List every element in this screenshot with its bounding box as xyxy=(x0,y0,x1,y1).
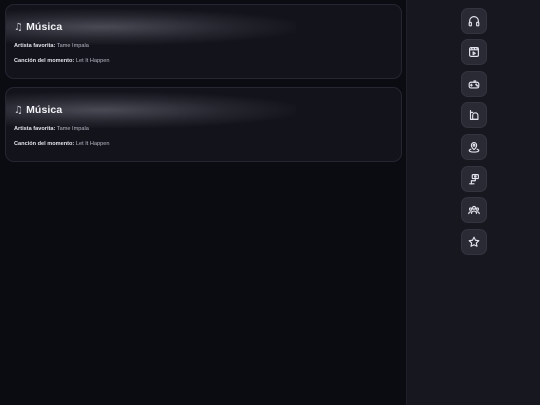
current-song-row: Canción del momento: Let It Happen xyxy=(14,141,109,147)
card-title: ♫ Música xyxy=(14,104,62,116)
group-button[interactable] xyxy=(461,197,487,223)
headphones-icon xyxy=(468,16,480,27)
map-pin-icon xyxy=(468,142,480,153)
favorite-artist-row: Artista favorita: Tame Impala xyxy=(14,126,89,132)
current-song-value: Let It Happen xyxy=(75,58,110,64)
group-icon xyxy=(468,205,480,215)
star-button[interactable] xyxy=(461,229,487,255)
card-title-text: Música xyxy=(26,104,63,116)
music-card: ♫ Música Artista favorita: Tame Impala C… xyxy=(5,87,402,162)
favorite-artist-value: Tame Impala xyxy=(56,126,89,132)
film-icon xyxy=(469,47,479,57)
favorite-artist-label: Artista favorita: xyxy=(14,126,56,132)
favorite-artist-value: Tame Impala xyxy=(56,43,89,49)
favorite-artist-label: Artista favorita: xyxy=(14,43,56,49)
card-title-text: Música xyxy=(26,21,63,33)
music-note-icon: ♫ xyxy=(14,104,24,116)
food-icon xyxy=(469,110,479,120)
map-pin-button[interactable] xyxy=(461,134,487,160)
headphones-button[interactable] xyxy=(461,8,487,34)
film-button[interactable] xyxy=(461,39,487,65)
current-song-label: Canción del momento: xyxy=(14,58,75,64)
camera-icon xyxy=(469,174,479,185)
current-song-label: Canción del momento: xyxy=(14,141,75,147)
food-button[interactable] xyxy=(461,102,487,128)
current-song-row: Canción del momento: Let It Happen xyxy=(14,58,109,64)
music-card: ♫ Música Artista favorita: Tame Impala C… xyxy=(5,4,402,79)
star-icon xyxy=(468,236,480,247)
gamepad-icon xyxy=(468,80,480,89)
main-content: ♫ Música Artista favorita: Tame Impala C… xyxy=(0,0,406,405)
current-song-value: Let It Happen xyxy=(75,141,110,147)
gamepad-button[interactable] xyxy=(461,71,487,97)
card-title: ♫ Música xyxy=(14,21,62,33)
camera-button[interactable] xyxy=(461,166,487,192)
favorite-artist-row: Artista favorita: Tame Impala xyxy=(14,43,89,49)
music-note-icon: ♫ xyxy=(14,21,24,33)
